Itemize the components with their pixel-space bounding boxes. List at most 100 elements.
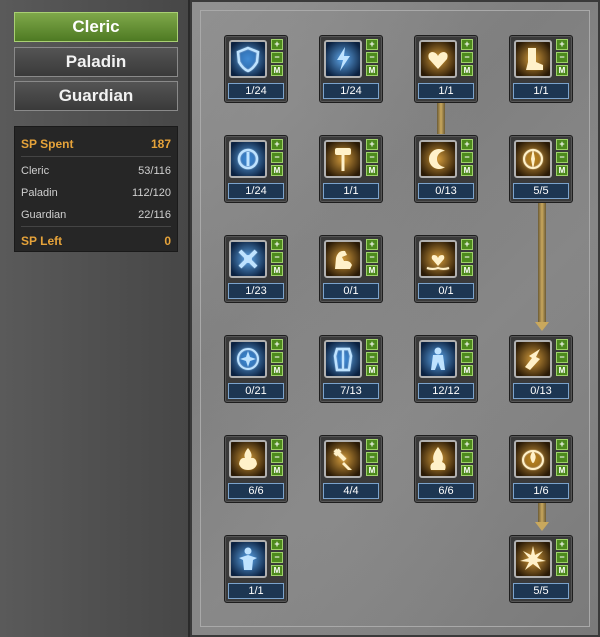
skill-decrease-button[interactable]: −	[556, 52, 568, 63]
skill-slot: + − M 0/1	[414, 235, 478, 303]
skill-max-button[interactable]: M	[556, 365, 568, 376]
skill-max-button[interactable]: M	[461, 65, 473, 76]
skill-increase-button[interactable]: +	[271, 139, 283, 150]
tab-paladin[interactable]: Paladin	[14, 47, 178, 77]
skill-decrease-button[interactable]: −	[271, 52, 283, 63]
guardian-figure-icon[interactable]	[419, 340, 457, 378]
skill-level-label: 12/12	[418, 383, 474, 399]
orb-icon[interactable]	[229, 140, 267, 178]
prerequisite-connector	[437, 102, 445, 134]
skill-max-button[interactable]: M	[366, 65, 378, 76]
skill-max-button[interactable]: M	[556, 565, 568, 576]
skill-slot: + − M 0/13	[509, 335, 573, 403]
skill-level-label: 1/1	[513, 83, 569, 99]
sp-row-cleric: Cleric 53/116	[21, 163, 171, 179]
skill-increase-button[interactable]: +	[556, 339, 568, 350]
skill-max-button[interactable]: M	[461, 465, 473, 476]
rising-flame-icon[interactable]	[419, 440, 457, 478]
skill-decrease-button[interactable]: −	[461, 52, 473, 63]
skill-increase-button[interactable]: +	[461, 39, 473, 50]
skill-max-button[interactable]: M	[556, 65, 568, 76]
skill-decrease-button[interactable]: −	[556, 352, 568, 363]
skill-level-label: 0/13	[513, 383, 569, 399]
skill-slot: + − M 0/21	[224, 335, 288, 403]
skill-max-button[interactable]: M	[461, 365, 473, 376]
skill-increase-button[interactable]: +	[366, 139, 378, 150]
armor-icon[interactable]	[324, 340, 362, 378]
hammer-strike-icon[interactable]	[324, 440, 362, 478]
skill-decrease-button[interactable]: −	[461, 452, 473, 463]
skill-max-button[interactable]: M	[556, 165, 568, 176]
skill-slot: + − M 1/24	[319, 35, 383, 103]
blue-figure-icon[interactable]	[229, 540, 267, 578]
skill-max-button[interactable]: M	[366, 465, 378, 476]
skill-max-button[interactable]: M	[366, 165, 378, 176]
skill-max-button[interactable]: M	[461, 165, 473, 176]
skill-increase-button[interactable]: +	[556, 539, 568, 550]
tab-guardian[interactable]: Guardian	[14, 81, 178, 111]
skill-increase-button[interactable]: +	[461, 239, 473, 250]
skill-decrease-button[interactable]: −	[271, 352, 283, 363]
flexed-arm-icon[interactable]	[324, 240, 362, 278]
crescent-icon[interactable]	[419, 140, 457, 178]
skill-decrease-button[interactable]: −	[556, 552, 568, 563]
skill-decrease-button[interactable]: −	[271, 152, 283, 163]
cross-burst-icon[interactable]	[229, 240, 267, 278]
skill-increase-button[interactable]: +	[271, 539, 283, 550]
skill-decrease-button[interactable]: −	[366, 452, 378, 463]
aura-flame-icon[interactable]	[514, 440, 552, 478]
skill-increase-button[interactable]: +	[461, 139, 473, 150]
charging-strike-icon[interactable]	[514, 340, 552, 378]
skill-increase-button[interactable]: +	[366, 39, 378, 50]
sp-class-label: Paladin	[21, 187, 58, 199]
skill-increase-button[interactable]: +	[271, 439, 283, 450]
skill-increase-button[interactable]: +	[366, 339, 378, 350]
skill-slot: + − M 0/13	[414, 135, 478, 203]
skill-max-button[interactable]: M	[366, 365, 378, 376]
sp-row-paladin: Paladin 112/120	[21, 185, 171, 201]
skill-increase-button[interactable]: +	[556, 139, 568, 150]
skill-max-button[interactable]: M	[271, 65, 283, 76]
skill-max-button[interactable]: M	[271, 265, 283, 276]
skill-increase-button[interactable]: +	[366, 239, 378, 250]
skill-decrease-button[interactable]: −	[271, 452, 283, 463]
lightning-icon[interactable]	[324, 40, 362, 78]
skill-decrease-button[interactable]: −	[366, 152, 378, 163]
heart-hands-icon[interactable]	[419, 240, 457, 278]
shield-icon[interactable]	[229, 40, 267, 78]
skill-increase-button[interactable]: +	[556, 39, 568, 50]
skill-max-button[interactable]: M	[271, 165, 283, 176]
skill-increase-button[interactable]: +	[366, 439, 378, 450]
skill-max-button[interactable]: M	[271, 465, 283, 476]
skill-decrease-button[interactable]: −	[461, 252, 473, 263]
skill-max-button[interactable]: M	[271, 365, 283, 376]
skill-increase-button[interactable]: +	[461, 339, 473, 350]
hammer-icon[interactable]	[324, 140, 362, 178]
sword-swirl-icon[interactable]	[514, 140, 552, 178]
skill-max-button[interactable]: M	[461, 265, 473, 276]
heart-wing-icon[interactable]	[419, 40, 457, 78]
skill-increase-button[interactable]: +	[556, 439, 568, 450]
holy-explosion-icon[interactable]	[514, 540, 552, 578]
boot-icon[interactable]	[514, 40, 552, 78]
skill-increase-button[interactable]: +	[271, 339, 283, 350]
skill-decrease-button[interactable]: −	[271, 552, 283, 563]
skill-increase-button[interactable]: +	[271, 39, 283, 50]
skill-max-button[interactable]: M	[366, 265, 378, 276]
skill-decrease-button[interactable]: −	[366, 52, 378, 63]
skill-max-button[interactable]: M	[556, 465, 568, 476]
skill-decrease-button[interactable]: −	[366, 252, 378, 263]
star-orb-icon[interactable]	[229, 340, 267, 378]
skill-increase-button[interactable]: +	[271, 239, 283, 250]
skill-decrease-button[interactable]: −	[461, 352, 473, 363]
skill-increase-button[interactable]: +	[461, 439, 473, 450]
flame-burst-icon[interactable]	[229, 440, 267, 478]
skill-decrease-button[interactable]: −	[461, 152, 473, 163]
skill-max-button[interactable]: M	[271, 565, 283, 576]
skill-decrease-button[interactable]: −	[271, 252, 283, 263]
skill-level-label: 1/24	[228, 183, 284, 199]
tab-cleric[interactable]: Cleric	[14, 12, 178, 42]
skill-decrease-button[interactable]: −	[556, 152, 568, 163]
skill-decrease-button[interactable]: −	[556, 452, 568, 463]
skill-decrease-button[interactable]: −	[366, 352, 378, 363]
